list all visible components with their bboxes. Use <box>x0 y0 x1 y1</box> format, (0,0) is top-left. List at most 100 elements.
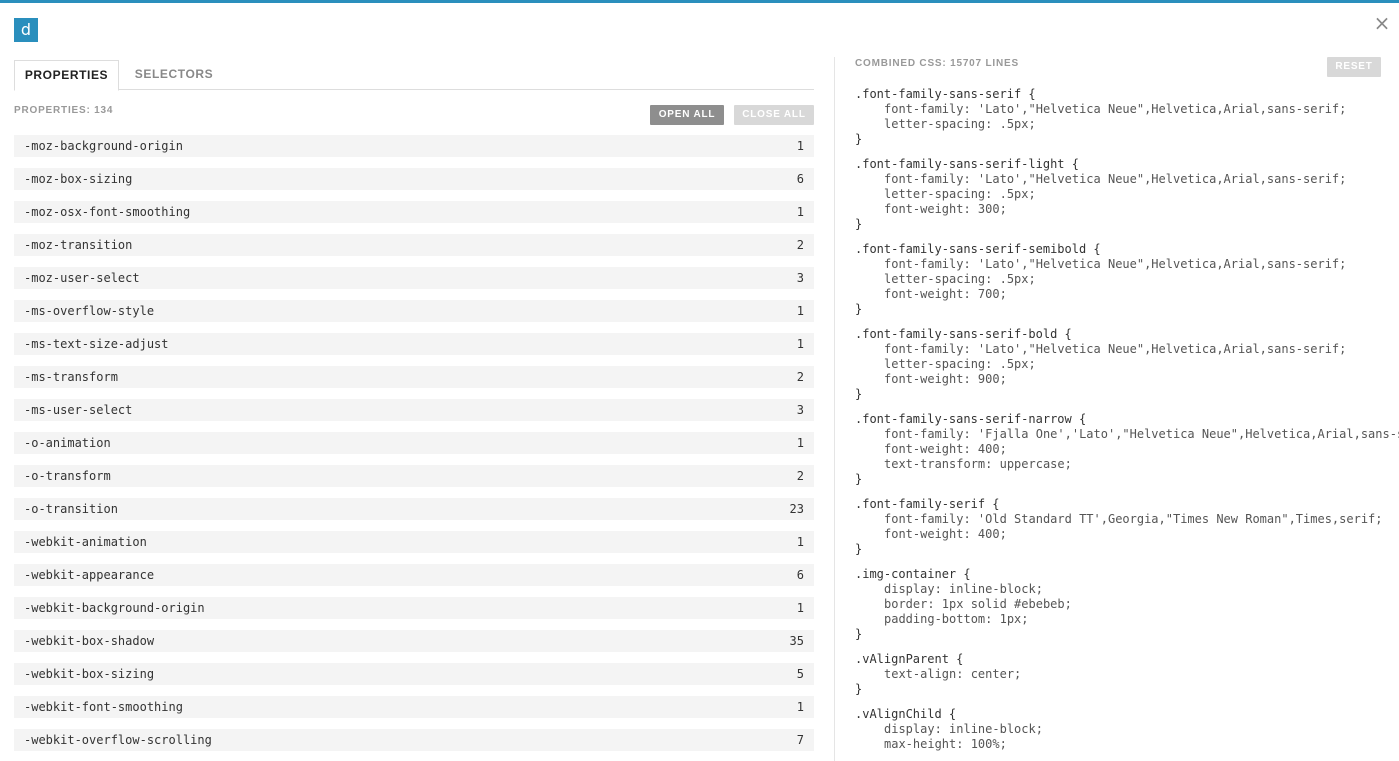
property-count: 1 <box>796 205 804 219</box>
css-declaration: letter-spacing: .5px; <box>884 357 1036 371</box>
css-declaration: max-height: 100%; <box>884 737 1007 751</box>
property-count: 1 <box>796 304 804 318</box>
property-count: 2 <box>796 469 804 483</box>
tab-selectors[interactable]: SELECTORS <box>119 60 229 90</box>
property-row[interactable]: -webkit-background-origin 1 <box>14 597 814 619</box>
property-row[interactable]: -webkit-overflow-scrolling 7 <box>14 729 814 751</box>
property-count: 1 <box>796 601 804 615</box>
css-closing-brace: } <box>855 627 863 641</box>
property-row[interactable]: -ms-transform 2 <box>14 366 814 388</box>
css-closing-brace: } <box>855 542 863 556</box>
property-row[interactable]: -ms-text-size-adjust 1 <box>14 333 814 355</box>
css-closing-brace: } <box>855 217 863 231</box>
css-declaration: display: inline-block; <box>884 582 1043 596</box>
property-count: 7 <box>796 733 804 747</box>
property-count: 3 <box>796 403 804 417</box>
properties-panel: PROPERTIES SELECTORS PROPERTIES: 134 OPE… <box>14 60 814 761</box>
properties-count: PROPERTIES: 134 <box>14 105 114 116</box>
property-name: -ms-text-size-adjust <box>24 337 169 351</box>
css-declaration: display: inline-block; <box>884 722 1043 736</box>
property-name: -ms-overflow-style <box>24 304 155 318</box>
css-closing-brace: } <box>855 682 863 696</box>
property-row[interactable]: -moz-osx-font-smoothing 1 <box>14 201 814 223</box>
top-accent-bar <box>0 0 1399 3</box>
property-row[interactable]: -moz-user-select 3 <box>14 267 814 289</box>
property-row[interactable]: -ms-user-select 3 <box>14 399 814 421</box>
css-declaration: font-family: 'Fjalla One','Lato',"Helvet… <box>884 427 1399 441</box>
tab-bar: PROPERTIES SELECTORS <box>14 60 814 91</box>
css-selector: .vAlignParent { <box>855 652 964 666</box>
css-declaration: letter-spacing: .5px; <box>884 272 1036 286</box>
property-name: -webkit-overflow-scrolling <box>24 733 212 747</box>
property-row[interactable]: -webkit-box-shadow 35 <box>14 630 814 652</box>
property-name: -moz-user-select <box>24 271 140 285</box>
close-all-button[interactable]: CLOSE ALL <box>734 105 814 125</box>
property-name: -webkit-appearance <box>24 568 155 582</box>
css-declaration: font-weight: 400; <box>884 527 1007 541</box>
property-row[interactable]: -o-animation 1 <box>14 432 814 454</box>
property-name: -webkit-box-shadow <box>24 634 155 648</box>
property-row[interactable]: -moz-background-origin 1 <box>14 135 814 157</box>
css-closing-brace: } <box>855 302 863 316</box>
property-name: -moz-box-sizing <box>24 172 133 186</box>
property-name: -o-animation <box>24 436 111 450</box>
css-closing-brace: } <box>855 472 863 486</box>
css-selector: .font-family-serif { <box>855 497 1000 511</box>
reset-button[interactable]: RESET <box>1327 57 1381 77</box>
panel-divider <box>834 57 835 761</box>
property-name: -webkit-animation <box>24 535 147 549</box>
css-declaration: font-weight: 700; <box>884 287 1007 301</box>
property-count: 6 <box>796 568 804 582</box>
css-declaration: letter-spacing: .5px; <box>884 117 1036 131</box>
css-declaration: font-family: 'Lato',"Helvetica Neue",Hel… <box>884 172 1347 186</box>
css-declaration: font-weight: 300; <box>884 202 1007 216</box>
css-declaration: font-weight: 900; <box>884 372 1007 386</box>
css-declaration: font-family: 'Lato',"Helvetica Neue",Hel… <box>884 257 1347 271</box>
property-row[interactable]: -moz-transition 2 <box>14 234 814 256</box>
property-row[interactable]: -o-transition 23 <box>14 498 814 520</box>
css-rule: .font-family-sans-serif {font-family: 'L… <box>855 87 1399 147</box>
property-count: 2 <box>796 238 804 252</box>
css-declaration: padding-bottom: 1px; <box>884 612 1029 626</box>
css-selector: .vAlignChild { <box>855 707 957 721</box>
property-count: 35 <box>789 634 804 648</box>
css-rule: .img-container {display: inline-block; bo… <box>855 567 1399 642</box>
property-count: 1 <box>796 139 804 153</box>
property-row[interactable]: -webkit-font-smoothing 1 <box>14 696 814 718</box>
css-selector: .font-family-sans-serif-narrow { <box>855 412 1087 426</box>
css-declaration: letter-spacing: .5px; <box>884 187 1036 201</box>
property-count: 1 <box>796 436 804 450</box>
css-selector: .font-family-sans-serif-light { <box>855 157 1079 171</box>
css-selector: .font-family-sans-serif { <box>855 87 1036 101</box>
close-icon[interactable]: × <box>1372 12 1392 34</box>
css-closing-brace: } <box>855 387 863 401</box>
property-count: 2 <box>796 370 804 384</box>
css-selector: .img-container { <box>855 567 971 581</box>
tab-properties[interactable]: PROPERTIES <box>14 60 119 91</box>
property-count: 23 <box>789 502 804 516</box>
property-row[interactable]: -moz-box-sizing 6 <box>14 168 814 190</box>
css-rule: .vAlignParent {text-align: center;} <box>855 652 1399 697</box>
property-row[interactable]: -webkit-box-sizing 5 <box>14 663 814 685</box>
combined-css-header: COMBINED CSS: 15707 LINES <box>855 58 1019 69</box>
open-all-button[interactable]: OPEN ALL <box>650 105 724 125</box>
property-row[interactable]: -webkit-animation 1 <box>14 531 814 553</box>
property-name: -o-transform <box>24 469 111 483</box>
property-name: -webkit-font-smoothing <box>24 700 183 714</box>
css-declaration: text-transform: uppercase; <box>884 457 1072 471</box>
property-row[interactable]: -webkit-appearance 6 <box>14 564 814 586</box>
css-rule: .font-family-sans-serif-bold {font-famil… <box>855 327 1399 402</box>
combined-css-panel: COMBINED CSS: 15707 LINES RESET .font-fa… <box>855 57 1399 751</box>
css-declaration: border: 1px solid #ebebeb; <box>884 597 1072 611</box>
css-selector: .font-family-sans-serif-bold { <box>855 327 1072 341</box>
property-count: 1 <box>796 535 804 549</box>
property-count: 1 <box>796 700 804 714</box>
property-row[interactable]: -o-transform 2 <box>14 465 814 487</box>
property-name: -moz-background-origin <box>24 139 183 153</box>
css-declaration: text-align: center; <box>884 667 1022 681</box>
css-selector: .font-family-sans-serif-semibold { <box>855 242 1101 256</box>
property-name: -ms-transform <box>24 370 118 384</box>
property-count: 6 <box>796 172 804 186</box>
property-row[interactable]: -ms-overflow-style 1 <box>14 300 814 322</box>
property-name: -o-transition <box>24 502 118 516</box>
